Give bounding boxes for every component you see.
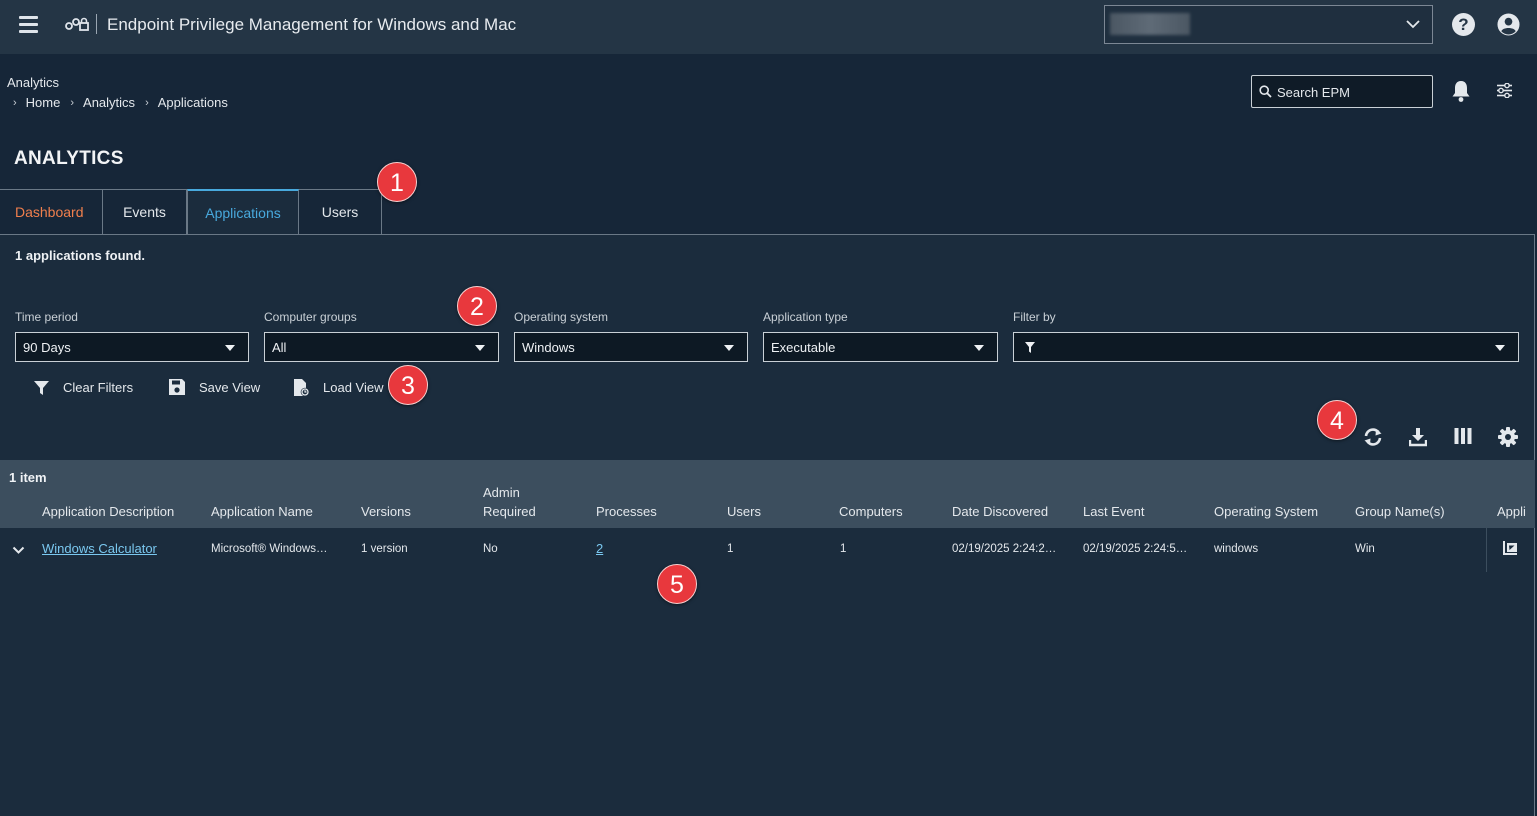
callout-badge-4: 4: [1317, 400, 1357, 440]
tab-events[interactable]: Events: [103, 189, 187, 235]
breadcrumb-applications[interactable]: Applications: [158, 95, 228, 110]
notification-bell-icon[interactable]: [1450, 79, 1472, 103]
last-event-cell: 02/19/2025 2:24:5…: [1083, 543, 1188, 555]
chevron-down-icon[interactable]: [12, 546, 25, 555]
group-names-cell: Win: [1355, 543, 1375, 555]
load-document-icon: [294, 378, 310, 396]
column-header-application-description[interactable]: Application Description: [42, 502, 174, 521]
callout-badge-5: 5: [657, 564, 697, 604]
date-discovered-cell: 02/19/2025 2:24:2…: [952, 543, 1057, 555]
application-description-link[interactable]: Windows Calculator: [42, 541, 157, 556]
policy-action-icon[interactable]: [1502, 540, 1519, 557]
save-view-label: Save View: [199, 379, 261, 395]
time-period-value: 90 Days: [23, 340, 71, 355]
chevron-down-icon: [1406, 20, 1420, 29]
versions-cell: 1 version: [361, 543, 408, 555]
table-header: 1 item Application Description Applicati…: [0, 460, 1535, 528]
download-icon[interactable]: [1409, 427, 1427, 447]
caret-down-icon: [475, 345, 485, 351]
column-header-admin-required[interactable]: Admin Required: [483, 483, 553, 521]
applications-panel: 1 applications found. Time period 90 Day…: [0, 234, 1535, 816]
breadcrumb-home[interactable]: Home: [26, 95, 61, 110]
caret-down-icon: [1495, 345, 1505, 351]
application-type-select[interactable]: Executable: [763, 332, 998, 362]
time-period-select[interactable]: 90 Days: [15, 332, 249, 362]
caret-down-icon: [724, 345, 734, 351]
operating-system-cell: windows: [1214, 543, 1259, 555]
load-view-button[interactable]: Load View: [292, 376, 383, 398]
breadcrumb-analytics[interactable]: Analytics: [83, 95, 135, 110]
column-header-application-name[interactable]: Application Name: [211, 502, 313, 521]
tenant-select[interactable]: [1104, 5, 1433, 44]
application-type-value: Executable: [771, 340, 836, 355]
clear-filters-label: Clear Filters: [63, 379, 134, 395]
search-icon: [1259, 85, 1272, 98]
load-view-label: Load View: [323, 379, 384, 395]
filter-by-label: Filter by: [1013, 310, 1056, 324]
callout-badge-3: 3: [388, 365, 428, 405]
chevron-right-icon: ›: [145, 96, 149, 109]
column-header-last-event[interactable]: Last Event: [1083, 502, 1144, 521]
time-period-label: Time period: [15, 310, 78, 324]
application-type-label: Application type: [763, 310, 848, 324]
clear-filters-button[interactable]: Clear Filters: [33, 376, 133, 398]
save-view-button[interactable]: Save View: [168, 376, 260, 398]
table-row: Windows Calculator Microsoft® Windows… 1…: [0, 528, 1535, 572]
column-divider: [1486, 528, 1487, 572]
chevron-right-icon: ›: [13, 96, 17, 109]
product-logo-icon: [65, 17, 89, 31]
computer-groups-select[interactable]: All: [264, 332, 499, 362]
refresh-icon[interactable]: [1362, 427, 1384, 447]
operating-system-select[interactable]: Windows: [514, 332, 748, 362]
analytics-tabs: Dashboard Events Applications Users: [0, 189, 382, 236]
column-header-computers[interactable]: Computers: [839, 502, 903, 521]
column-header-application-truncated[interactable]: Appli: [1497, 502, 1534, 521]
search-input[interactable]: Search EPM: [1251, 75, 1433, 108]
item-count: 1 item: [9, 470, 47, 485]
processes-link[interactable]: 2: [596, 541, 603, 556]
caret-down-icon: [225, 345, 235, 351]
funnel-icon: [34, 380, 49, 395]
admin-required-cell: No: [483, 543, 498, 555]
tab-users[interactable]: Users: [299, 189, 382, 235]
chevron-right-icon: ›: [70, 96, 75, 109]
column-header-date-discovered[interactable]: Date Discovered: [952, 502, 1048, 521]
callout-badge-1: 1: [377, 162, 417, 202]
search-placeholder: Search EPM: [1277, 85, 1350, 100]
user-profile-icon[interactable]: [1497, 13, 1520, 36]
tenant-name-redacted: [1110, 13, 1190, 35]
save-disk-icon: [169, 379, 185, 395]
tab-applications[interactable]: Applications: [187, 189, 299, 236]
column-header-processes[interactable]: Processes: [596, 502, 657, 521]
top-bar: Endpoint Privilege Management for Window…: [0, 0, 1537, 54]
users-cell: 1: [727, 543, 734, 555]
breadcrumb-root: Analytics: [7, 75, 60, 90]
filter-by-select[interactable]: [1013, 332, 1519, 362]
column-header-versions[interactable]: Versions: [361, 502, 411, 521]
callout-badge-2: 2: [457, 286, 497, 326]
columns-icon[interactable]: [1454, 427, 1472, 445]
tab-dashboard[interactable]: Dashboard: [0, 189, 103, 235]
results-count: 1 applications found.: [15, 248, 146, 263]
gear-icon[interactable]: [1498, 427, 1518, 447]
funnel-icon: [1025, 342, 1035, 353]
hamburger-menu-icon[interactable]: [19, 15, 39, 33]
computer-groups-value: All: [272, 340, 287, 355]
breadcrumb: › Home › Analytics › Applications: [13, 95, 238, 110]
preferences-sliders-icon[interactable]: [1496, 83, 1513, 98]
caret-down-icon: [974, 345, 984, 351]
column-header-group-names[interactable]: Group Name(s): [1355, 502, 1445, 521]
computer-groups-label: Computer groups: [264, 310, 357, 324]
title-divider: [96, 14, 97, 34]
page-title: ANALYTICS: [14, 148, 124, 169]
computers-cell: 1: [840, 543, 847, 555]
operating-system-value: Windows: [522, 340, 575, 355]
column-header-users[interactable]: Users: [727, 502, 761, 521]
app-title: Endpoint Privilege Management for Window…: [107, 15, 517, 34]
application-name-cell: Microsoft® Windows…: [211, 543, 328, 555]
operating-system-label: Operating system: [514, 310, 609, 324]
column-header-operating-system[interactable]: Operating System: [1214, 502, 1318, 521]
help-icon[interactable]: ?: [1452, 13, 1475, 36]
